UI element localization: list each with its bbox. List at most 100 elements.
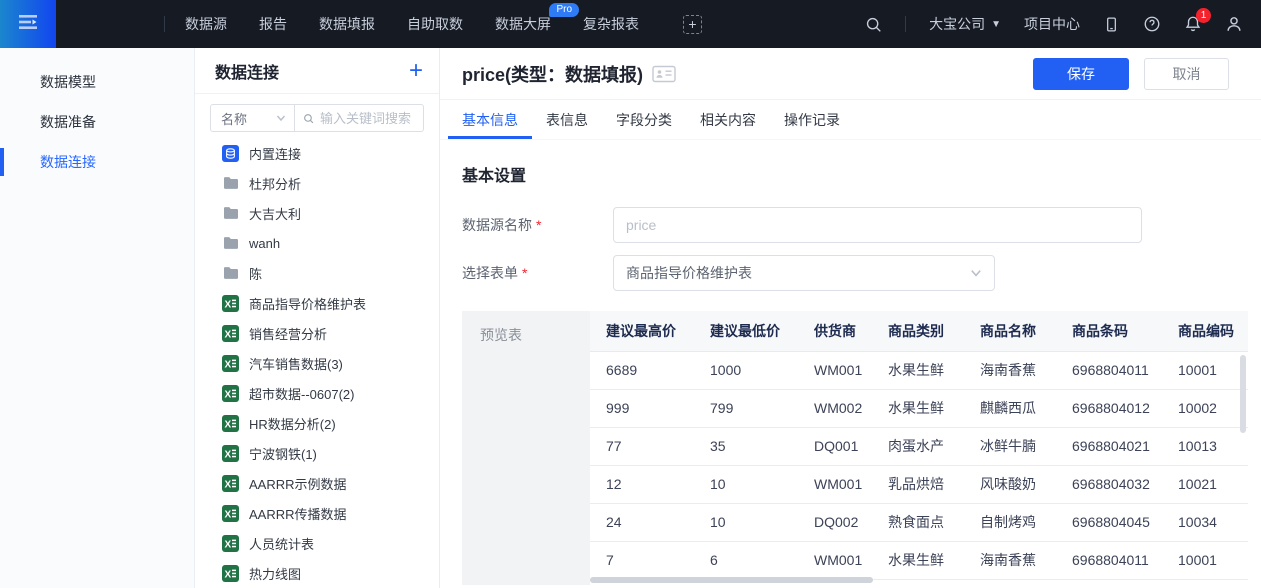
tree-item-11[interactable]: XAARRR示例数据 — [195, 468, 439, 498]
tree-item-6[interactable]: X销售经营分析 — [195, 318, 439, 348]
sidebar-item-data-prepare[interactable]: 数据准备 — [0, 102, 194, 142]
tree-item-13[interactable]: X 人员统计表 — [195, 528, 439, 558]
horizontal-scrollbar[interactable] — [590, 577, 873, 583]
excel-icon: X — [222, 355, 239, 372]
nav-item-datasource[interactable]: 数据源 — [169, 0, 243, 48]
user-avatar-icon[interactable] — [1225, 15, 1243, 33]
svg-text:X: X — [225, 299, 232, 310]
tree-item-12[interactable]: X AARRR传播数据 — [195, 498, 439, 528]
svg-text:X: X — [225, 449, 232, 460]
tab-operation-log[interactable]: 操作记录 — [770, 100, 854, 139]
connection-tree-panel: 数据连接 + 名称 内置连接杜邦分析大吉大利wanh陈X商品指导价格维护表X销售… — [195, 48, 440, 588]
search-field-select[interactable]: 名称 — [210, 104, 295, 132]
tree-item-2[interactable]: 大吉大利 — [195, 198, 439, 228]
svg-text:X: X — [225, 509, 232, 520]
svg-text:X: X — [225, 419, 232, 430]
tree-item-9[interactable]: X HR数据分析(2) — [195, 408, 439, 438]
table-cell: 6968804011 — [1056, 351, 1162, 389]
table-cell: 6968804011 — [1056, 541, 1162, 579]
tree-item-14[interactable]: X热力线图 — [195, 558, 439, 588]
table-cell: 麒麟西瓜 — [964, 389, 1056, 427]
tree-item-4[interactable]: 陈 — [195, 258, 439, 288]
database-icon — [222, 145, 239, 162]
tab-related-content[interactable]: 相关内容 — [686, 100, 770, 139]
column-header: 商品编码 — [1162, 311, 1248, 351]
table-cell: 6 — [694, 541, 798, 579]
table-cell: 6968804012 — [1056, 389, 1162, 427]
table-body: 66891000WM001水果生鲜海南香蕉6968804011100019997… — [590, 351, 1248, 579]
notifications-bell-icon[interactable]: 1 — [1184, 15, 1202, 33]
excel-icon: X — [222, 505, 239, 522]
tree-item-7[interactable]: X汽车销售数据(3) — [195, 348, 439, 378]
table-cell: DQ002 — [798, 503, 872, 541]
table-cell: WM001 — [798, 465, 872, 503]
project-center-link[interactable]: 项目中心 — [1024, 14, 1080, 34]
mobile-app-icon[interactable] — [1103, 16, 1120, 33]
page-header: price(类型：数据填报) 保存 取消 — [440, 48, 1261, 100]
preview-table-container: 建议最高价建议最低价供货商商品类别商品名称商品条码商品编码 66891000WM… — [590, 311, 1248, 585]
table-cell: WM001 — [798, 541, 872, 579]
form-select-dropdown[interactable]: 商品指导价格维护表 — [613, 255, 995, 291]
tree-item-0[interactable]: 内置连接 — [195, 138, 439, 168]
search-icon — [303, 112, 314, 125]
nav-item-dashboard[interactable]: 数据大屏Pro — [479, 0, 567, 48]
table-cell: 10001 — [1162, 351, 1248, 389]
table-row: 1210WM001乳品烘焙风味酸奶696880403210021 — [590, 465, 1248, 503]
tree-item-8[interactable]: X超市数据--0607(2) — [195, 378, 439, 408]
preview-table: 建议最高价建议最低价供货商商品类别商品名称商品条码商品编码 66891000WM… — [590, 311, 1248, 580]
tree-item-label: AARRR传播数据 — [249, 504, 347, 523]
help-icon[interactable] — [1143, 15, 1161, 33]
id-card-icon[interactable] — [652, 65, 676, 83]
table-cell: 7 — [590, 541, 694, 579]
cancel-button[interactable]: 取消 — [1144, 58, 1229, 90]
tree-item-label: 销售经营分析 — [249, 324, 327, 343]
table-cell: DQ001 — [798, 427, 872, 465]
sidebar-item-data-connection[interactable]: 数据连接 — [0, 142, 194, 182]
tree-item-label: 人员统计表 — [249, 534, 314, 553]
tree-item-5[interactable]: X商品指导价格维护表 — [195, 288, 439, 318]
tab-basic-info[interactable]: 基本信息 — [448, 100, 532, 139]
tree-item-1[interactable]: 杜邦分析 — [195, 168, 439, 198]
nav-item-report[interactable]: 报告 — [243, 0, 303, 48]
add-connection-button[interactable]: + — [409, 61, 423, 81]
nav-item-data-entry[interactable]: 数据填报 — [303, 0, 391, 48]
company-dropdown[interactable]: 大宝公司 ▼ — [929, 14, 1001, 34]
nav-item-self-service-label: 自助取数 — [407, 16, 463, 32]
table-row: 2410DQ002熟食面点自制烤鸡696880404510034 — [590, 503, 1248, 541]
column-header: 建议最低价 — [694, 311, 798, 351]
nav-item-self-service[interactable]: 自助取数 — [391, 0, 479, 48]
excel-icon: X — [222, 535, 239, 552]
tab-table-info[interactable]: 表信息 — [532, 100, 602, 139]
tree-item-label: 陈 — [249, 264, 262, 283]
tree-panel-title: 数据连接 — [215, 59, 279, 83]
app-root: 数据源 报告数据填报自助取数数据大屏Pro复杂报表 + 大宝公司 ▼ 项目中心 — [0, 0, 1261, 588]
table-cell: 熟食面点 — [872, 503, 964, 541]
svg-text:X: X — [225, 479, 232, 490]
quick-create-icon[interactable]: + — [683, 15, 702, 34]
table-cell: 10 — [694, 465, 798, 503]
nav-item-complex-report[interactable]: 复杂报表 — [567, 0, 655, 48]
left-sidebar: 数据模型数据准备数据连接 — [0, 48, 195, 588]
nav-item-datasource-label: 数据源 — [185, 16, 227, 32]
search-input[interactable] — [320, 111, 415, 126]
datasource-name-input[interactable] — [613, 207, 1142, 243]
app-menu-button[interactable] — [0, 0, 56, 48]
tree-item-label: 宁波钢铁(1) — [249, 444, 317, 463]
excel-icon: X — [222, 415, 239, 432]
search-icon[interactable] — [865, 16, 882, 33]
tree-item-label: HR数据分析(2) — [249, 414, 336, 433]
tab-content: 基本设置 数据源名称* 选择表单* 商品指导价格维护表 预览表 — [440, 140, 1261, 588]
excel-icon: X — [222, 295, 239, 312]
save-button[interactable]: 保存 — [1033, 58, 1129, 90]
excel-icon: X — [222, 475, 239, 492]
navbar-right-cluster: 大宝公司 ▼ 项目中心 — [865, 14, 1261, 34]
table-row: 7735DQ001肉蛋水产冰鲜牛腩696880402110013 — [590, 427, 1248, 465]
tab-field-category[interactable]: 字段分类 — [602, 100, 686, 139]
vertical-scrollbar[interactable] — [1240, 355, 1246, 433]
nav-item-report-label: 报告 — [259, 16, 287, 32]
tree-item-10[interactable]: X 宁波钢铁(1) — [195, 438, 439, 468]
tree-item-3[interactable]: wanh — [195, 228, 439, 258]
preview-section: 预览表 建议最高价建议最低价供货商商品类别商品名称商品条码商品编码 668910… — [462, 311, 1261, 585]
column-header: 供货商 — [798, 311, 872, 351]
sidebar-item-data-model[interactable]: 数据模型 — [0, 62, 194, 102]
